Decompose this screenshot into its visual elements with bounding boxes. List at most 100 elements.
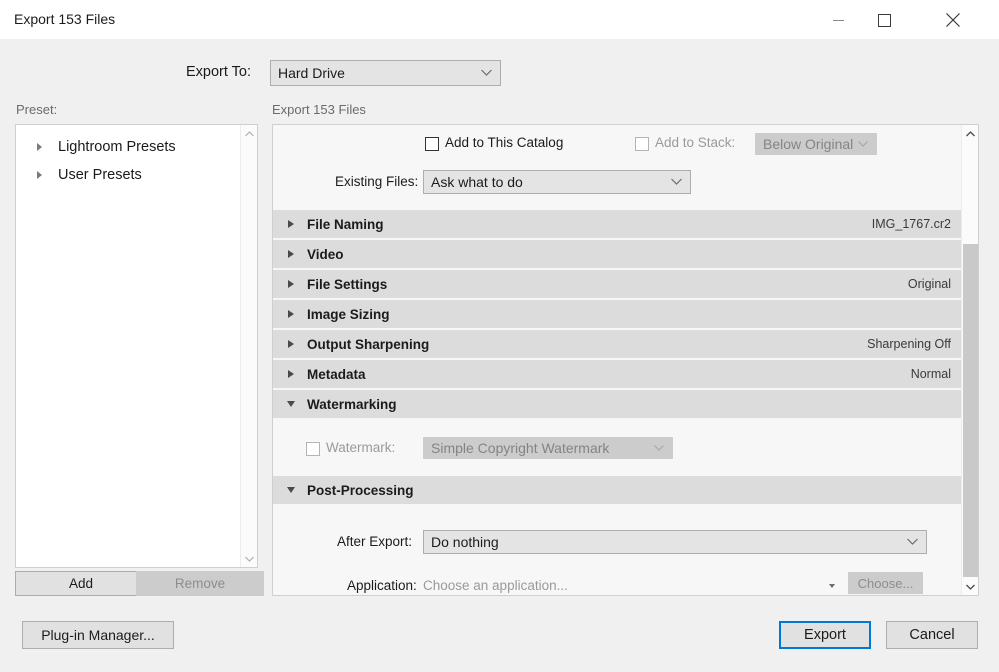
remove-preset-button[interactable]: Remove bbox=[136, 571, 264, 596]
scroll-thumb[interactable] bbox=[963, 244, 978, 577]
section-metadata[interactable]: Metadata Normal bbox=[273, 360, 963, 388]
main-panel-header: Export 153 Files bbox=[272, 102, 366, 117]
triangle-down-icon[interactable] bbox=[287, 401, 295, 407]
post-processing-body: After Export: Do nothing Application: Ch… bbox=[273, 506, 963, 595]
cancel-button[interactable]: Cancel bbox=[886, 621, 978, 649]
triangle-right-icon[interactable] bbox=[288, 250, 294, 258]
existing-files-label: Existing Files: bbox=[335, 174, 419, 189]
after-export-label: After Export: bbox=[337, 534, 413, 549]
chevron-down-icon bbox=[907, 538, 918, 545]
triangle-right-icon[interactable] bbox=[288, 340, 294, 348]
maximize-button[interactable] bbox=[861, 0, 907, 40]
export-label: Export bbox=[804, 627, 846, 643]
section-image-sizing[interactable]: Image Sizing bbox=[273, 300, 963, 328]
watermark-label: Watermark: bbox=[326, 440, 396, 455]
application-value[interactable]: Choose an application... bbox=[423, 578, 568, 593]
window-title: Export 153 Files bbox=[14, 11, 116, 27]
choose-label: Choose... bbox=[857, 575, 914, 591]
section-title: Image Sizing bbox=[307, 306, 390, 322]
choose-application-button[interactable]: Choose... bbox=[848, 572, 923, 594]
chevron-down-icon bbox=[654, 445, 664, 451]
section-title: Video bbox=[307, 246, 344, 262]
watermarking-body: Watermark: Simple Copyright Watermark bbox=[273, 420, 963, 476]
settings-scrollbar[interactable] bbox=[961, 125, 978, 595]
watermark-checkbox[interactable] bbox=[306, 442, 320, 456]
preset-tree-item-user[interactable]: User Presets bbox=[16, 161, 257, 189]
triangle-right-icon[interactable] bbox=[37, 143, 42, 151]
section-value: IMG_1767.cr2 bbox=[871, 217, 951, 231]
section-title: Output Sharpening bbox=[307, 336, 430, 352]
section-title: File Settings bbox=[307, 276, 388, 292]
section-watermarking[interactable]: Watermarking bbox=[273, 390, 963, 418]
section-file-naming[interactable]: File Naming IMG_1767.cr2 bbox=[273, 210, 963, 238]
watermark-select[interactable]: Simple Copyright Watermark bbox=[423, 437, 673, 459]
maximize-icon bbox=[877, 13, 891, 27]
section-output-sharpening[interactable]: Output Sharpening Sharpening Off bbox=[273, 330, 963, 358]
watermark-value: Simple Copyright Watermark bbox=[431, 440, 610, 456]
triangle-right-icon[interactable] bbox=[288, 220, 294, 228]
preset-scrollbar[interactable] bbox=[240, 125, 257, 567]
chevron-up-icon bbox=[245, 130, 254, 136]
section-video[interactable]: Video bbox=[273, 240, 963, 268]
after-export-value: Do nothing bbox=[431, 534, 499, 550]
title-bar: Export 153 Files bbox=[0, 0, 999, 40]
section-value: Sharpening Off bbox=[867, 337, 951, 351]
preset-list[interactable]: Lightroom Presets User Presets bbox=[15, 124, 258, 568]
export-settings-content: Add to This Catalog Add to Stack: Below … bbox=[273, 125, 963, 595]
chevron-down-icon bbox=[858, 141, 868, 147]
scroll-down-button[interactable] bbox=[241, 550, 257, 567]
preset-label: Preset: bbox=[16, 102, 58, 117]
caret-down-icon[interactable] bbox=[829, 584, 835, 588]
chevron-down-icon bbox=[245, 556, 254, 562]
minimize-button[interactable] bbox=[815, 0, 861, 40]
preset-item-label: Lightroom Presets bbox=[58, 139, 176, 155]
export-dialog: Export 153 Files Export To: Hard Drive P… bbox=[0, 0, 999, 672]
section-file-settings[interactable]: File Settings Original bbox=[273, 270, 963, 298]
chevron-up-icon bbox=[966, 130, 975, 136]
triangle-down-icon[interactable] bbox=[287, 487, 295, 493]
export-settings-panel: Add to This Catalog Add to Stack: Below … bbox=[272, 124, 979, 596]
cancel-label: Cancel bbox=[909, 627, 955, 643]
minimize-icon bbox=[832, 19, 844, 21]
add-to-stack-label: Add to Stack: bbox=[655, 135, 736, 150]
section-value: Normal bbox=[910, 367, 951, 381]
export-button[interactable]: Export bbox=[779, 621, 871, 649]
export-to-value: Hard Drive bbox=[278, 65, 345, 81]
scroll-up-button[interactable] bbox=[962, 125, 978, 142]
close-button[interactable] bbox=[930, 0, 976, 40]
existing-files-value: Ask what to do bbox=[431, 174, 523, 190]
preset-item-label: User Presets bbox=[58, 167, 142, 183]
export-to-select[interactable]: Hard Drive bbox=[270, 60, 501, 86]
section-value: Original bbox=[907, 277, 951, 291]
catalog-options-area: Add to This Catalog Add to Stack: Below … bbox=[273, 125, 963, 210]
section-title: Watermarking bbox=[307, 396, 397, 412]
remove-preset-label: Remove bbox=[174, 576, 226, 591]
scroll-down-button[interactable] bbox=[962, 578, 978, 595]
chevron-down-icon bbox=[966, 584, 975, 590]
preset-tree-item-lightroom[interactable]: Lightroom Presets bbox=[16, 133, 257, 161]
scroll-up-button[interactable] bbox=[241, 125, 257, 142]
chevron-down-icon bbox=[481, 69, 492, 76]
section-title: Metadata bbox=[307, 366, 366, 382]
add-to-catalog-checkbox[interactable] bbox=[425, 137, 439, 151]
triangle-right-icon[interactable] bbox=[288, 370, 294, 378]
section-post-processing[interactable]: Post-Processing bbox=[273, 476, 963, 504]
add-preset-button[interactable]: Add bbox=[15, 571, 147, 596]
existing-files-select[interactable]: Ask what to do bbox=[423, 170, 691, 194]
plugin-manager-button[interactable]: Plug-in Manager... bbox=[22, 621, 174, 649]
chevron-down-icon bbox=[671, 178, 682, 185]
add-to-stack-select[interactable]: Below Original bbox=[755, 133, 877, 155]
application-label: Application: bbox=[347, 578, 417, 593]
section-title: Post-Processing bbox=[307, 482, 414, 498]
plugin-manager-label: Plug-in Manager... bbox=[41, 627, 155, 643]
export-to-label: Export To: bbox=[186, 64, 252, 80]
after-export-select[interactable]: Do nothing bbox=[423, 530, 927, 554]
add-to-stack-checkbox[interactable] bbox=[635, 137, 649, 151]
close-icon bbox=[946, 13, 960, 27]
add-to-catalog-label: Add to This Catalog bbox=[445, 135, 564, 150]
add-to-stack-value: Below Original bbox=[763, 136, 854, 152]
triangle-right-icon[interactable] bbox=[37, 171, 42, 179]
add-preset-label: Add bbox=[68, 576, 94, 591]
triangle-right-icon[interactable] bbox=[288, 310, 294, 318]
triangle-right-icon[interactable] bbox=[288, 280, 294, 288]
